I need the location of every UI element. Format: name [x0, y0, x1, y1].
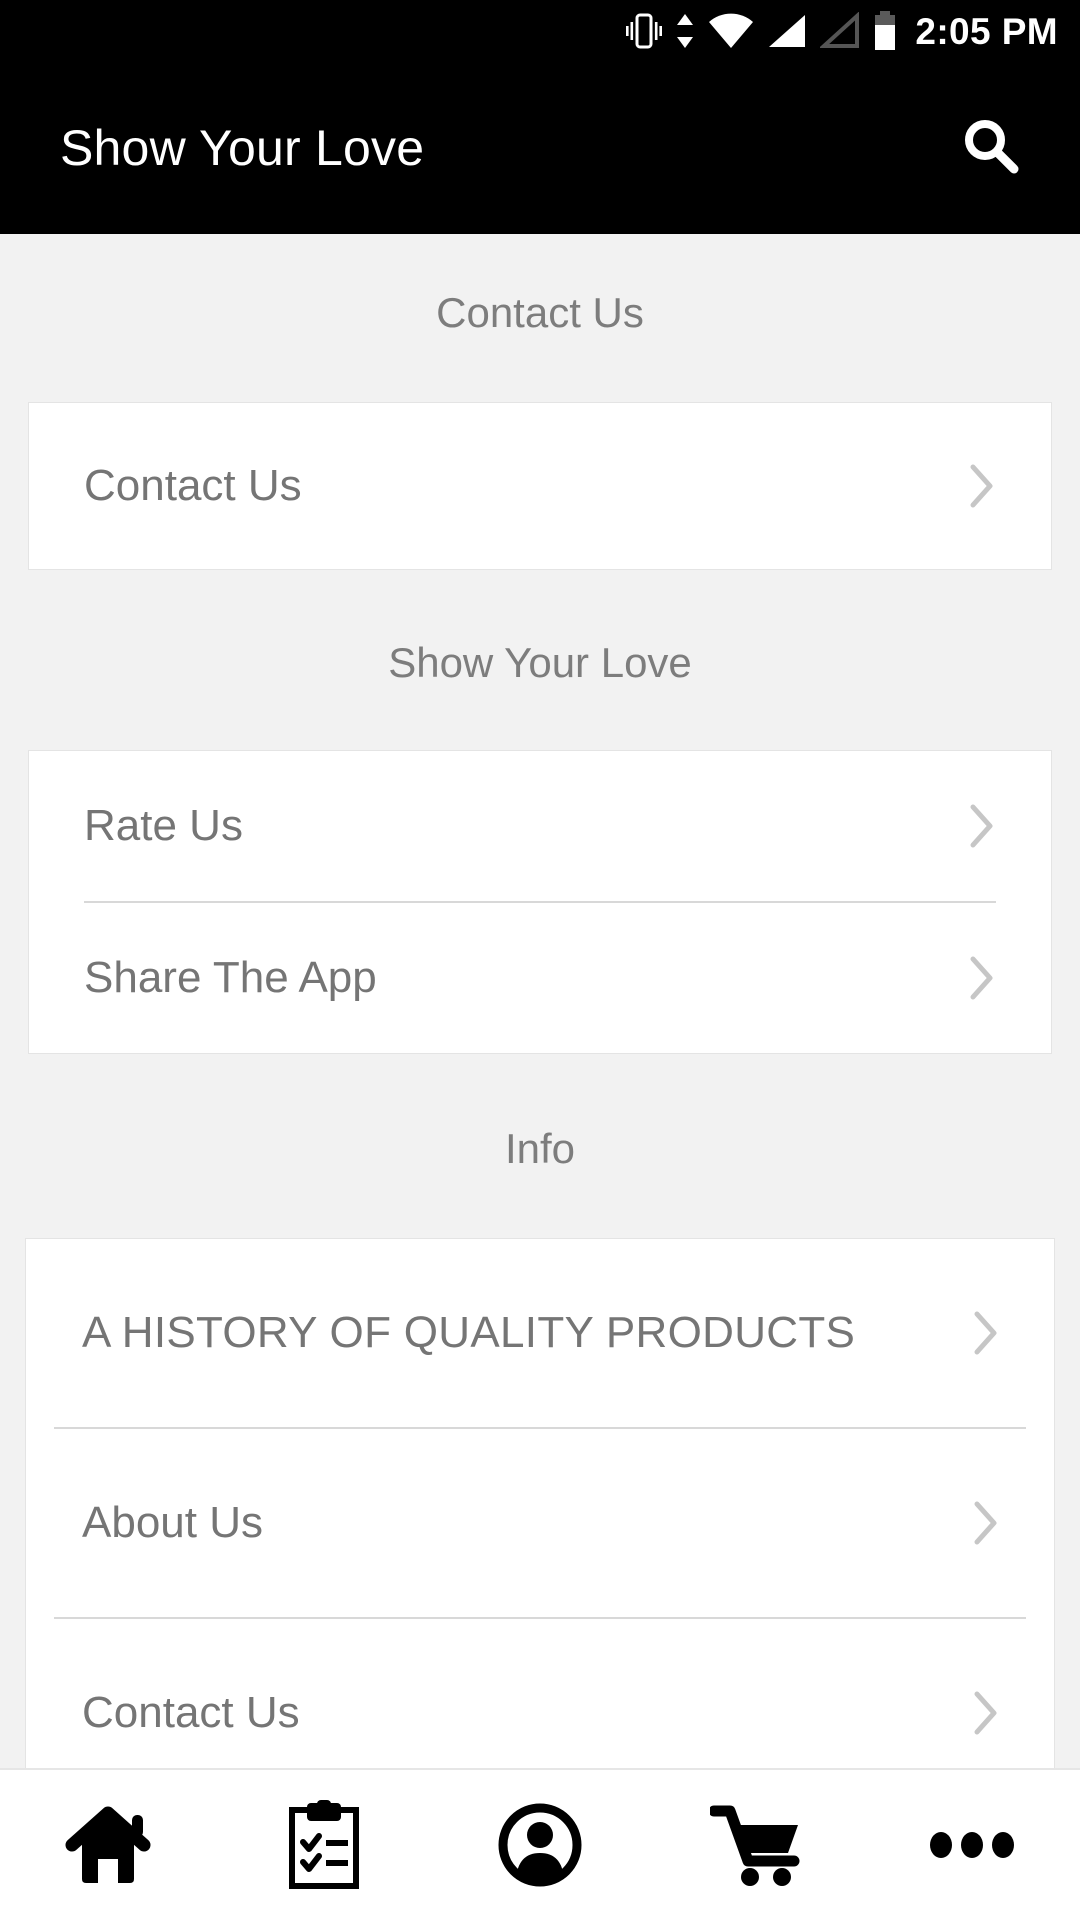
wifi-icon	[708, 12, 754, 50]
chevron-right-icon	[969, 803, 995, 849]
app-bar: Show Your Love	[0, 62, 1080, 234]
battery-icon	[873, 11, 897, 51]
search-button[interactable]	[948, 105, 1034, 191]
chevron-right-icon	[973, 1500, 999, 1546]
chevron-right-icon	[969, 463, 995, 509]
list-item-contact-us[interactable]: Contact Us	[29, 403, 1051, 569]
shopping-cart-icon	[710, 1803, 802, 1887]
list-item-label: Share The App	[84, 953, 377, 1002]
section-contact-us: Contact Us Contact Us	[0, 234, 1080, 570]
list-item-label: Rate Us	[84, 801, 243, 850]
status-bar: 2:05 PM	[0, 0, 1080, 62]
signal-empty-icon	[820, 12, 860, 50]
section-header-show-your-love: Show Your Love	[388, 639, 692, 686]
search-icon	[960, 115, 1022, 182]
home-icon	[64, 1803, 152, 1887]
list-item-rate-us[interactable]: Rate Us	[29, 751, 1051, 901]
status-bar-icons	[626, 11, 897, 51]
nav-orders[interactable]	[216, 1769, 432, 1920]
section-header-info: Info	[504, 1125, 576, 1172]
list-item-label: A HISTORY OF QUALITY PRODUCTS	[82, 1308, 856, 1357]
app-screen: 2:05 PM Show Your Love Contact Us Contac…	[0, 0, 1080, 1920]
signal-full-icon	[767, 12, 807, 50]
more-dots-icon	[928, 1830, 1016, 1860]
list-item-about-us[interactable]: About Us	[26, 1429, 1054, 1617]
card-show-your-love: Rate Us Share The App	[28, 750, 1052, 1054]
bottom-navigation-bar	[0, 1768, 1080, 1920]
section-info: Info A HISTORY OF QUALITY PRODUCTS About…	[0, 1054, 1080, 1808]
data-transfer-icon	[675, 12, 695, 50]
list-item-label: About Us	[82, 1498, 263, 1547]
nav-cart[interactable]	[648, 1769, 864, 1920]
list-item-label: Contact Us	[84, 461, 302, 510]
nav-home[interactable]	[0, 1769, 216, 1920]
section-show-your-love: Show Your Love Rate Us Share The App	[0, 570, 1080, 1054]
nav-account[interactable]	[432, 1769, 648, 1920]
page-title: Show Your Love	[60, 120, 425, 176]
vibrate-icon	[626, 12, 663, 50]
account-circle-icon	[498, 1803, 582, 1887]
status-bar-clock: 2:05 PM	[915, 10, 1058, 52]
nav-more[interactable]	[864, 1769, 1080, 1920]
clipboard-checklist-icon	[285, 1800, 363, 1890]
section-header-contact-us: Contact Us	[436, 289, 644, 336]
list-item-label: Contact Us	[82, 1688, 300, 1737]
settings-list: Contact Us Contact Us Show Your Love Rat…	[0, 234, 1080, 1920]
list-item-history-of-quality-products[interactable]: A HISTORY OF QUALITY PRODUCTS	[26, 1239, 1054, 1427]
card-info: A HISTORY OF QUALITY PRODUCTS About Us C…	[25, 1238, 1055, 1808]
chevron-right-icon	[973, 1690, 999, 1736]
chevron-right-icon	[969, 955, 995, 1001]
list-item-share-the-app[interactable]: Share The App	[29, 903, 1051, 1053]
card-contact-us: Contact Us	[28, 402, 1052, 570]
chevron-right-icon	[973, 1310, 999, 1356]
